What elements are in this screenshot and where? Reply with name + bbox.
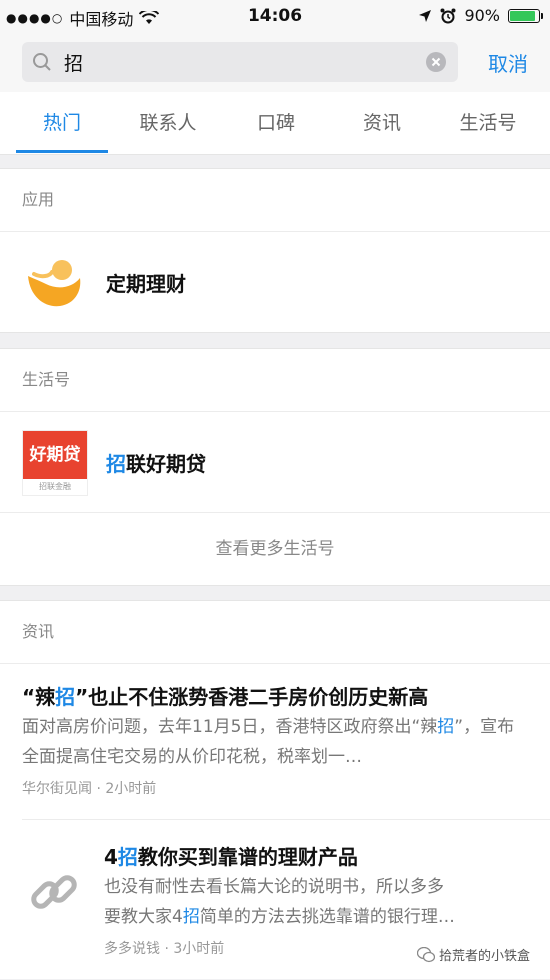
yellow-smile-icon [28,260,81,307]
news-title: “辣招”也止不住涨势香港二手房价创历史新高 [22,685,429,709]
section-header-life-account: 生活号 [0,349,550,412]
active-tab-indicator [16,150,108,153]
cancel-button[interactable]: 取消 [488,48,528,77]
tab-contacts[interactable]: 联系人 [118,92,218,154]
battery-icon [508,8,543,23]
watermark: 拾荒者的小铁盒 [416,945,530,964]
news-description: 面对高房价问题，去年11月5日，香港特区政府祭出“辣招”，宣布全面提高住宅交易的… [22,717,515,767]
life-account-row[interactable]: 好期贷 招联金融 招联好期贷 [0,412,550,512]
search-box[interactable] [22,42,458,82]
section-header-apps: 应用 [0,169,550,232]
search-input[interactable] [62,50,406,74]
app-result-row[interactable]: 定期理财 [0,232,550,332]
logo-text: 好期贷 [23,431,87,479]
search-bar: 取消 [0,32,550,92]
apps-section: 应用 定期理财 [0,168,550,333]
battery-level-fill [510,10,535,21]
news-section: 资讯 “辣招”也止不住涨势香港二手房价创历史新高 面对高房价问题，去年11月5日… [0,600,550,979]
tab-news[interactable]: 资讯 [332,92,432,154]
tab-koubei[interactable]: 口碑 [226,92,326,154]
news-description: 也没有耐性去看长篇大论的说明书，所以多多 要教大家4招简单的方法去挑选靠谱的银行… [104,877,455,927]
section-header-news: 资讯 [0,601,550,664]
clear-icon[interactable] [426,52,446,72]
more-life-accounts-link[interactable]: 查看更多生活号 [0,512,550,585]
news-meta: 华尔街见闻 · 2小时前 [22,781,157,797]
logo-subtext: 招联金融 [39,482,71,491]
battery-percent: 90% [464,6,500,25]
app-name: 定期理财 [106,272,186,296]
alarm-icon [440,8,456,23]
haoqidai-logo-icon: 好期贷 招联金融 [22,430,88,496]
tab-hot[interactable]: 热门 [12,92,112,154]
wechat-icon [416,946,435,962]
life-account-section: 生活号 好期贷 招联金融 招联好期贷 查看更多生活号 [0,348,550,586]
search-icon [22,42,62,82]
tab-life-account[interactable]: 生活号 [438,92,538,154]
life-account-name: 招联好期贷 [106,452,206,476]
location-arrow-icon [419,9,432,22]
link-icon [31,875,77,909]
status-bar: ●●●●○ 中国移动 14:06 90% [0,0,550,32]
news-item[interactable]: “辣招”也止不住涨势香港二手房价创历史新高 面对高房价问题，去年11月5日，香港… [0,664,550,820]
news-title: 4招教你买到靠谱的理财产品 [104,845,358,869]
category-tabs: 热门 联系人 口碑 资讯 生活号 [0,92,550,155]
